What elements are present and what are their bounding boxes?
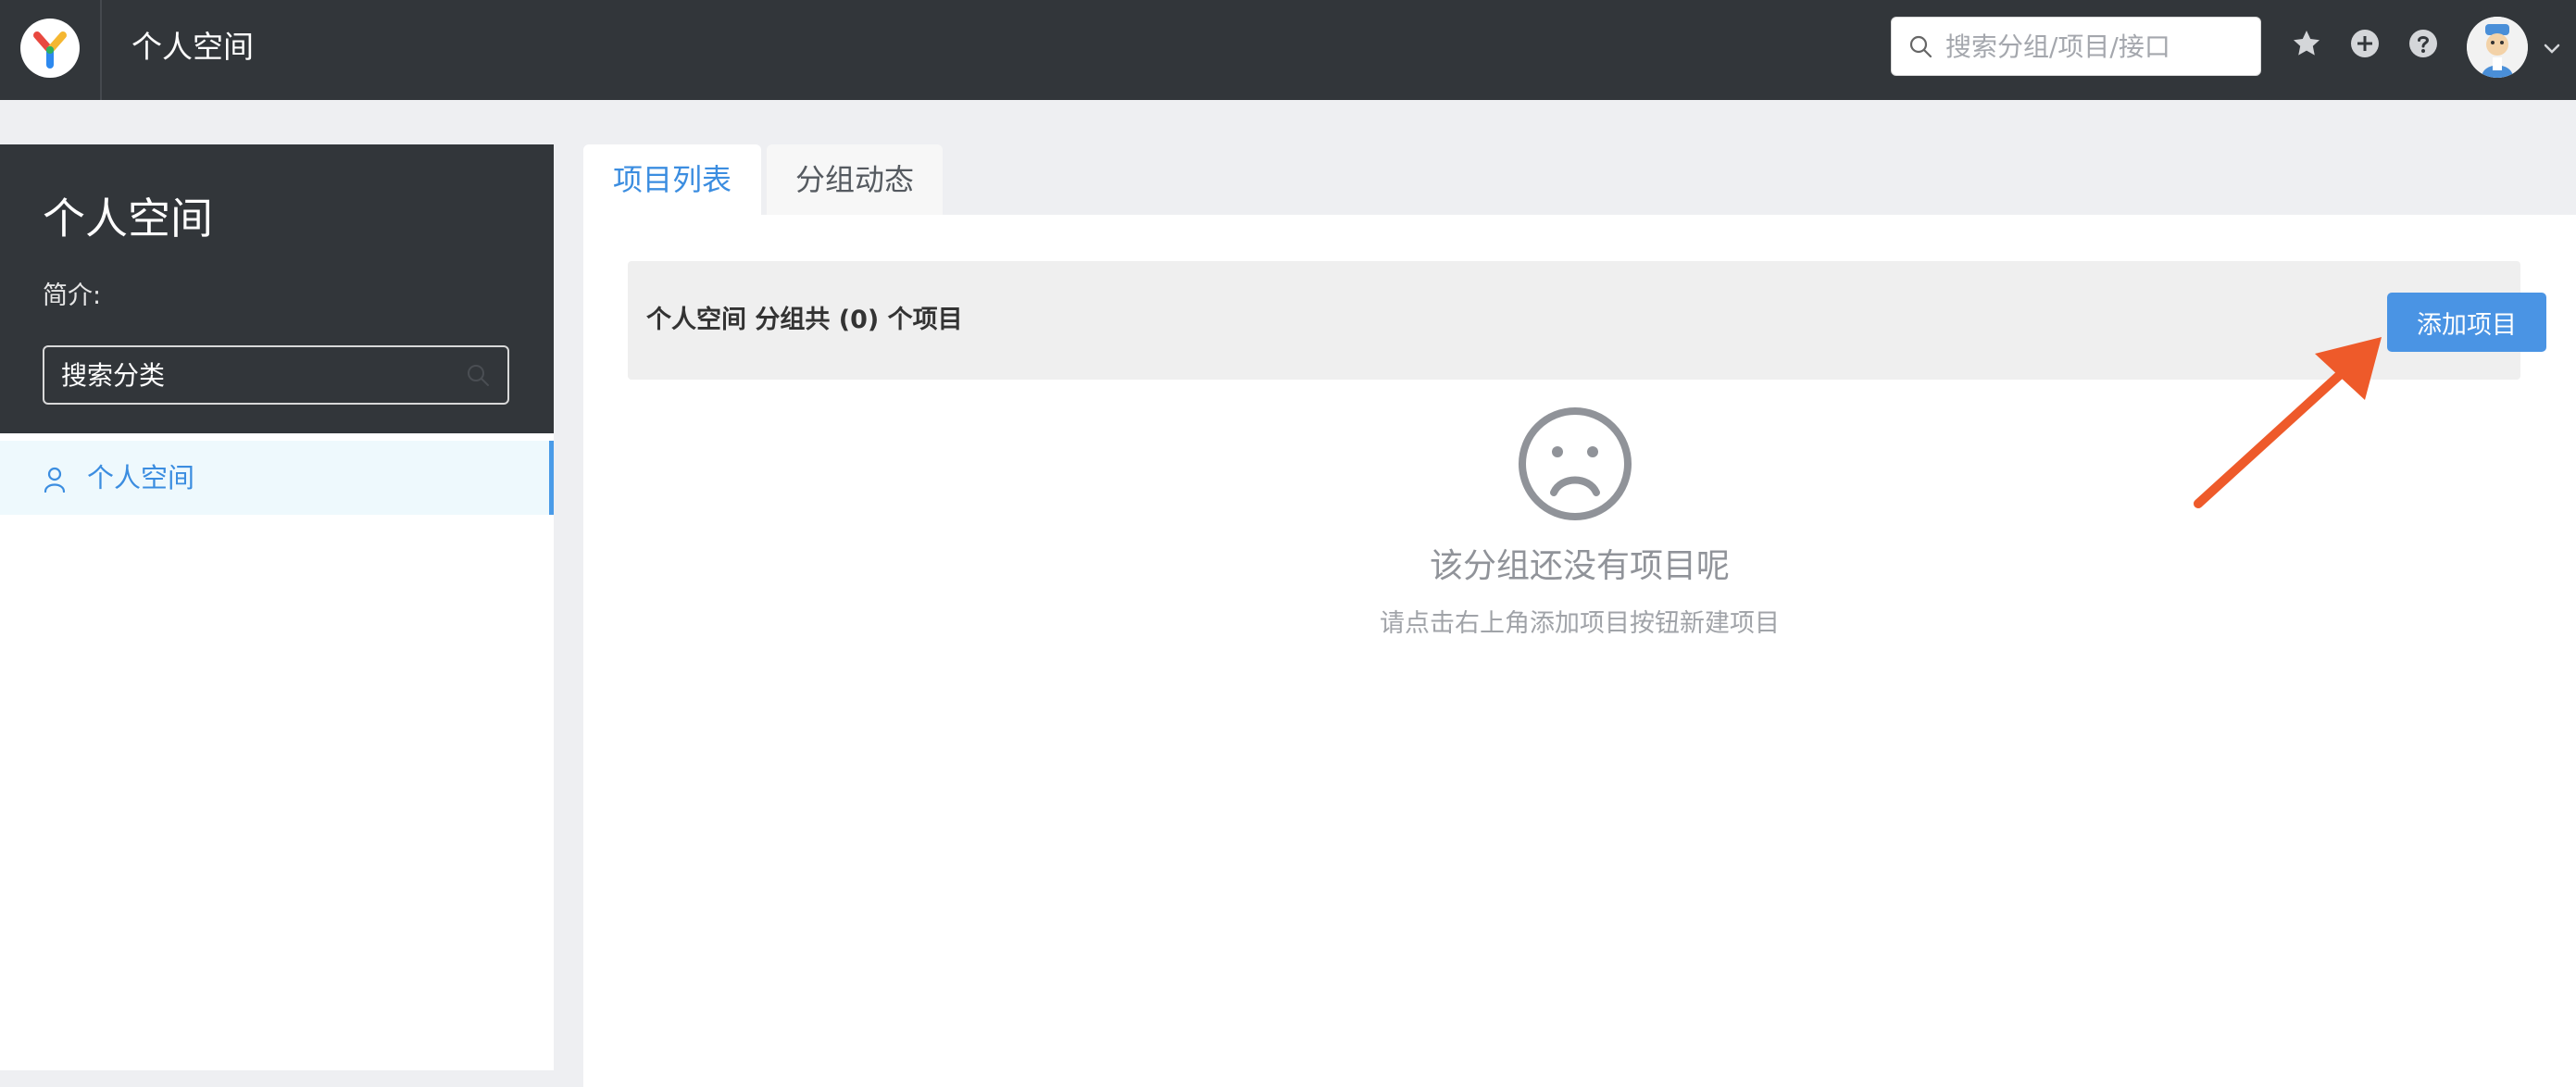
sidebar-item-personal-space[interactable]: 个人空间: [0, 441, 554, 515]
search-icon: [465, 362, 491, 388]
sidebar-item-label: 个人空间: [87, 459, 194, 496]
sidebar-list: 个人空间: [0, 433, 554, 1070]
tab-project-list[interactable]: 项目列表: [583, 144, 761, 215]
category-search-input[interactable]: [61, 355, 450, 395]
empty-state-title: 该分组还没有项目呢: [583, 541, 2576, 593]
annotation-arrow-icon: [2185, 330, 2407, 515]
yapi-logo-icon[interactable]: [20, 19, 80, 78]
user-icon: [43, 467, 67, 493]
global-search-input[interactable]: [1945, 25, 2251, 68]
space-title: 个人空间: [43, 191, 213, 246]
tab-group-activity[interactable]: 分组动态: [767, 144, 943, 215]
header-divider: [100, 0, 102, 100]
empty-state-subtitle: 请点击右上角添加项目按钮新建项目: [583, 606, 2576, 643]
star-icon[interactable]: [2291, 28, 2322, 59]
chevron-down-icon[interactable]: [2541, 37, 2563, 59]
question-circle-icon[interactable]: [2407, 28, 2439, 59]
project-count-text: 个人空间 分组共 (0) 个项目: [646, 302, 963, 339]
search-icon: [1908, 34, 1932, 58]
global-search-box[interactable]: [1891, 17, 2261, 76]
category-search-box[interactable]: [43, 345, 509, 405]
frown-icon: [1517, 406, 1633, 522]
space-intro-label: 简介:: [43, 280, 101, 313]
add-project-button[interactable]: 添加项目: [2387, 293, 2546, 352]
avatar[interactable]: [2467, 17, 2528, 78]
top-header: 个人空间: [0, 0, 2576, 100]
header-title: 个人空间: [131, 26, 254, 69]
sidebar-header: 个人空间 简介:: [0, 144, 554, 433]
plus-circle-icon[interactable]: [2349, 28, 2381, 59]
